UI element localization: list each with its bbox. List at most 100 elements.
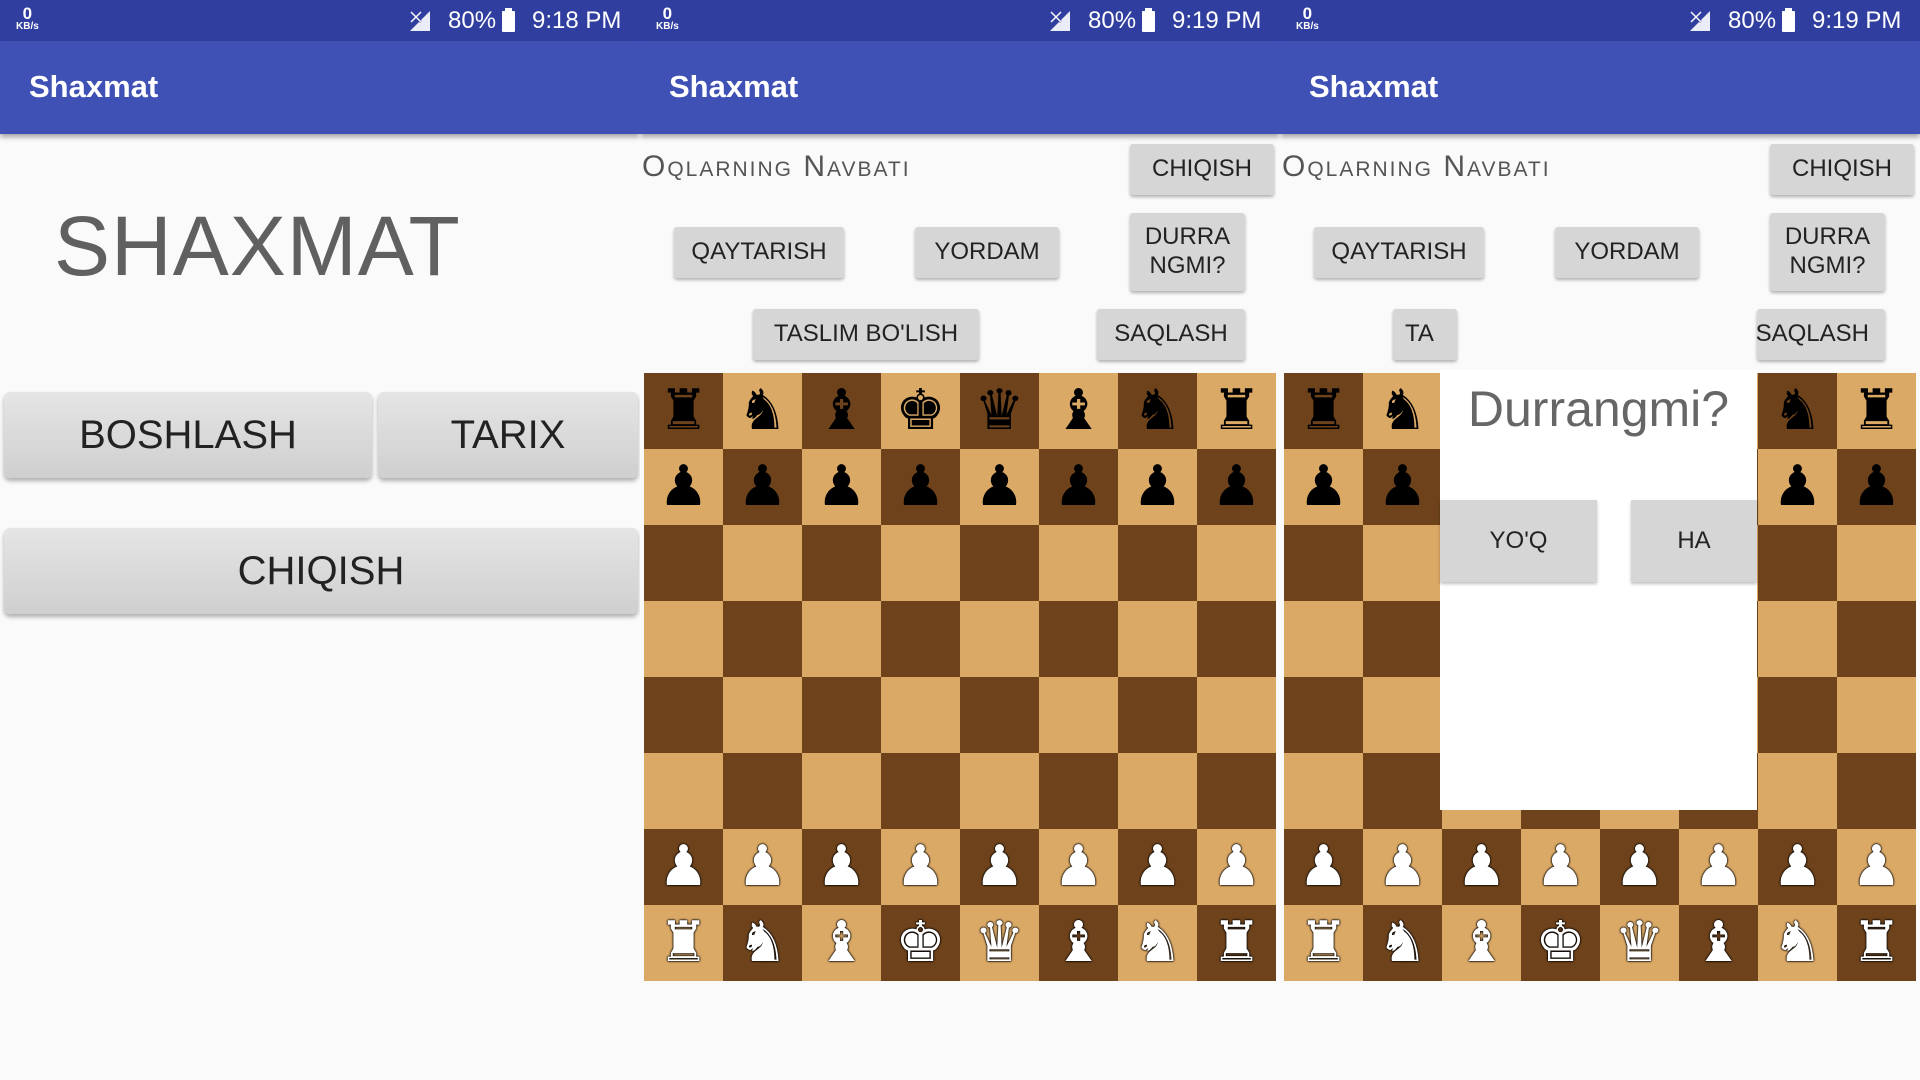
- black-queen-icon[interactable]: ♛: [960, 373, 1039, 449]
- square-g4[interactable]: [1758, 677, 1837, 753]
- black-rook-icon[interactable]: ♜: [1284, 373, 1363, 449]
- white-bishop-icon[interactable]: ♝: [802, 905, 881, 981]
- help-button[interactable]: YORDAM: [1555, 227, 1699, 278]
- undo-button[interactable]: QAYTARISH: [1314, 227, 1484, 278]
- white-pawn-icon[interactable]: ♟: [1758, 829, 1837, 905]
- square-h4[interactable]: [1837, 677, 1916, 753]
- black-pawn-icon[interactable]: ♟: [1363, 449, 1442, 525]
- exit-button[interactable]: CHIQISH: [4, 528, 638, 614]
- white-pawn-icon[interactable]: ♟: [1837, 829, 1916, 905]
- resign-button[interactable]: TA: [1393, 309, 1457, 360]
- white-pawn-icon[interactable]: ♟: [723, 829, 802, 905]
- square-g3[interactable]: [1758, 753, 1837, 829]
- white-bishop-icon[interactable]: ♝: [1039, 905, 1118, 981]
- black-knight-icon[interactable]: ♞: [1758, 373, 1837, 449]
- black-knight-icon[interactable]: ♞: [723, 373, 802, 449]
- square-h6[interactable]: [1197, 525, 1276, 601]
- white-pawn-icon[interactable]: ♟: [881, 829, 960, 905]
- black-pawn-icon[interactable]: ♟: [644, 449, 723, 525]
- white-pawn-icon[interactable]: ♟: [1442, 829, 1521, 905]
- exit-button[interactable]: CHIQISH: [1770, 144, 1914, 195]
- white-queen-icon[interactable]: ♛: [960, 905, 1039, 981]
- white-knight-icon[interactable]: ♞: [1118, 905, 1197, 981]
- white-pawn-icon[interactable]: ♟: [1118, 829, 1197, 905]
- square-g4[interactable]: [1118, 677, 1197, 753]
- square-a3[interactable]: [644, 753, 723, 829]
- square-f3[interactable]: [1039, 753, 1118, 829]
- square-g6[interactable]: [1758, 525, 1837, 601]
- white-knight-icon[interactable]: ♞: [723, 905, 802, 981]
- square-h5[interactable]: [1837, 601, 1916, 677]
- square-d3[interactable]: [881, 753, 960, 829]
- square-g5[interactable]: [1758, 601, 1837, 677]
- help-button[interactable]: YORDAM: [915, 227, 1059, 278]
- exit-button[interactable]: CHIQISH: [1130, 144, 1274, 195]
- white-pawn-icon[interactable]: ♟: [1039, 829, 1118, 905]
- black-king-icon[interactable]: ♚: [881, 373, 960, 449]
- square-c3[interactable]: [802, 753, 881, 829]
- white-rook-icon[interactable]: ♜: [644, 905, 723, 981]
- black-bishop-icon[interactable]: ♝: [802, 373, 881, 449]
- black-rook-icon[interactable]: ♜: [1837, 373, 1916, 449]
- square-c4[interactable]: [802, 677, 881, 753]
- white-pawn-icon[interactable]: ♟: [1679, 829, 1758, 905]
- chess-board[interactable]: ♜♞♝♚♛♝♞♜♟♟♟♟♟♟♟♟♟♟♟♟♟♟♟♟♜♞♝♚♛♝♞♜: [644, 373, 1276, 981]
- white-pawn-icon[interactable]: ♟: [1600, 829, 1679, 905]
- black-pawn-icon[interactable]: ♟: [802, 449, 881, 525]
- white-rook-icon[interactable]: ♜: [1284, 905, 1363, 981]
- square-d5[interactable]: [881, 601, 960, 677]
- square-b3[interactable]: [1363, 753, 1442, 829]
- history-button[interactable]: TARIX: [378, 392, 638, 478]
- square-d4[interactable]: [881, 677, 960, 753]
- white-king-icon[interactable]: ♚: [1521, 905, 1600, 981]
- square-b5[interactable]: [1363, 601, 1442, 677]
- yes-button[interactable]: HA: [1631, 500, 1757, 582]
- square-g6[interactable]: [1118, 525, 1197, 601]
- square-a6[interactable]: [644, 525, 723, 601]
- black-knight-icon[interactable]: ♞: [1118, 373, 1197, 449]
- square-a6[interactable]: [1284, 525, 1363, 601]
- resign-button[interactable]: TASLIM BO'LISH: [753, 309, 979, 360]
- square-e4[interactable]: [960, 677, 1039, 753]
- square-a4[interactable]: [1284, 677, 1363, 753]
- white-pawn-icon[interactable]: ♟: [1363, 829, 1442, 905]
- white-king-icon[interactable]: ♚: [881, 905, 960, 981]
- square-e6[interactable]: [960, 525, 1039, 601]
- black-bishop-icon[interactable]: ♝: [1039, 373, 1118, 449]
- white-pawn-icon[interactable]: ♟: [644, 829, 723, 905]
- black-pawn-icon[interactable]: ♟: [1284, 449, 1363, 525]
- start-button[interactable]: BOSHLASH: [4, 392, 372, 478]
- square-d6[interactable]: [881, 525, 960, 601]
- square-h5[interactable]: [1197, 601, 1276, 677]
- square-g5[interactable]: [1118, 601, 1197, 677]
- square-a5[interactable]: [644, 601, 723, 677]
- black-knight-icon[interactable]: ♞: [1363, 373, 1442, 449]
- square-f4[interactable]: [1039, 677, 1118, 753]
- no-button[interactable]: YO'Q: [1440, 500, 1597, 582]
- square-b6[interactable]: [1363, 525, 1442, 601]
- square-f6[interactable]: [1039, 525, 1118, 601]
- square-b4[interactable]: [1363, 677, 1442, 753]
- save-button[interactable]: SAQLASH: [1097, 309, 1245, 360]
- square-e3[interactable]: [960, 753, 1039, 829]
- save-button[interactable]: SAQLASH: [1757, 309, 1885, 360]
- square-h6[interactable]: [1837, 525, 1916, 601]
- black-pawn-icon[interactable]: ♟: [960, 449, 1039, 525]
- black-pawn-icon[interactable]: ♟: [723, 449, 802, 525]
- white-knight-icon[interactable]: ♞: [1758, 905, 1837, 981]
- black-pawn-icon[interactable]: ♟: [1837, 449, 1916, 525]
- black-pawn-icon[interactable]: ♟: [1118, 449, 1197, 525]
- black-rook-icon[interactable]: ♜: [644, 373, 723, 449]
- white-knight-icon[interactable]: ♞: [1363, 905, 1442, 981]
- white-pawn-icon[interactable]: ♟: [1521, 829, 1600, 905]
- white-rook-icon[interactable]: ♜: [1837, 905, 1916, 981]
- black-pawn-icon[interactable]: ♟: [1758, 449, 1837, 525]
- square-g3[interactable]: [1118, 753, 1197, 829]
- white-pawn-icon[interactable]: ♟: [1284, 829, 1363, 905]
- square-h3[interactable]: [1837, 753, 1916, 829]
- square-c6[interactable]: [802, 525, 881, 601]
- square-h3[interactable]: [1197, 753, 1276, 829]
- white-bishop-icon[interactable]: ♝: [1442, 905, 1521, 981]
- white-pawn-icon[interactable]: ♟: [802, 829, 881, 905]
- square-b5[interactable]: [723, 601, 802, 677]
